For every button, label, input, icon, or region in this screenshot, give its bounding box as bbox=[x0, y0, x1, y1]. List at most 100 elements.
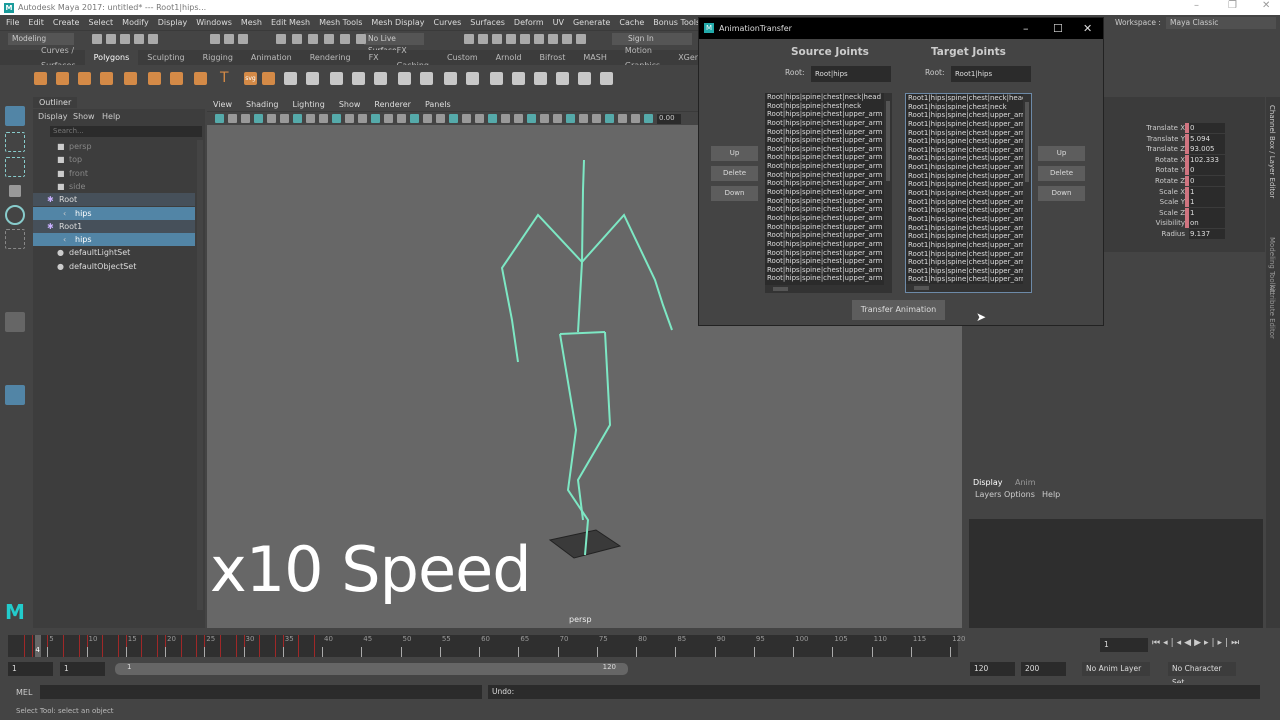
source-joint-item[interactable]: Root|hips|spine|chest|upper_armF bbox=[765, 205, 883, 214]
shelf-tool-icon[interactable] bbox=[420, 72, 433, 85]
target-root-field[interactable]: Root1|hips bbox=[951, 66, 1031, 82]
toolbar-icon[interactable] bbox=[464, 34, 474, 44]
source-list-hscroll[interactable] bbox=[765, 285, 892, 293]
layer-list[interactable] bbox=[969, 519, 1263, 628]
shelf-tab-rendering[interactable]: Rendering bbox=[301, 50, 360, 65]
toolbar-icon[interactable] bbox=[148, 34, 158, 44]
menu-mesh[interactable]: Mesh bbox=[241, 18, 262, 27]
target-joints-list[interactable]: Root1|hips|spine|chest|neck|head Root1|hi… bbox=[905, 93, 1032, 293]
outliner-menu-help[interactable]: Help bbox=[102, 112, 120, 121]
shelf-tab-bifrost[interactable]: Bifrost bbox=[531, 50, 575, 65]
menu-cache[interactable]: Cache bbox=[619, 18, 644, 27]
channel-label[interactable]: Translate Z bbox=[1146, 144, 1185, 154]
layer-menu-layers[interactable]: Layers bbox=[975, 490, 1001, 499]
workspace-dropdown[interactable]: Maya Classic bbox=[1166, 17, 1276, 29]
select-tool-icon[interactable] bbox=[5, 106, 25, 126]
menu-bonus-tools[interactable]: Bonus Tools bbox=[653, 18, 700, 27]
target-joint-item[interactable]: Root1|hips|spine|chest|upper_arm bbox=[906, 129, 1024, 138]
source-joint-item[interactable]: Root|hips|spine|chest|upper_armF bbox=[765, 128, 883, 137]
toolbar-icon[interactable] bbox=[576, 34, 586, 44]
source-joint-item[interactable]: Root|hips|spine|chest|upper_armF bbox=[765, 266, 883, 275]
target-down-button[interactable]: Down bbox=[1038, 186, 1085, 201]
anim-start-field[interactable]: 1 bbox=[60, 662, 105, 676]
layer-menu-help[interactable]: Help bbox=[1042, 490, 1060, 499]
channel-row[interactable]: Scale Z 1 bbox=[1125, 207, 1265, 219]
skeleton-bone[interactable] bbox=[559, 333, 590, 556]
outliner-item[interactable]: ‹ hips bbox=[33, 233, 195, 247]
scale-tool-icon[interactable] bbox=[5, 229, 25, 249]
menu-file[interactable]: File bbox=[6, 18, 19, 27]
channel-row[interactable]: Scale Y 1 bbox=[1125, 197, 1265, 208]
channel-row[interactable]: Radius 9.137 bbox=[1125, 229, 1265, 240]
tab-attribute-editor[interactable]: Attribute Editor bbox=[1268, 285, 1276, 339]
character-set-dropdown[interactable]: No Character Set bbox=[1168, 662, 1236, 687]
source-joints-list[interactable]: Root|hips|spine|chest|neck|head Root|hips… bbox=[765, 93, 892, 293]
channel-value[interactable]: 1 bbox=[1189, 186, 1225, 197]
outliner-item[interactable]: ✱ Root bbox=[33, 193, 195, 207]
toolbar-icon[interactable] bbox=[324, 34, 334, 44]
close-button[interactable]: ✕ bbox=[1262, 0, 1270, 11]
dialog-maximize-button[interactable]: ☐ bbox=[1053, 18, 1063, 39]
shelf-tab-mash[interactable]: MASH bbox=[574, 50, 615, 65]
channel-row[interactable]: Rotate X 102.333 bbox=[1125, 154, 1265, 166]
shelf-tool-icon[interactable] bbox=[100, 72, 113, 85]
channel-label[interactable]: Radius bbox=[1162, 229, 1185, 239]
outliner-item[interactable]: ● defaultObjectSet bbox=[33, 260, 195, 273]
channel-row[interactable]: Translate Y 5.094 bbox=[1125, 133, 1265, 145]
toolbar-icon[interactable] bbox=[492, 34, 502, 44]
channel-value[interactable]: 0 bbox=[1189, 176, 1225, 186]
dialog-minimize-button[interactable]: – bbox=[1023, 18, 1029, 39]
channel-row[interactable]: Rotate Z 0 bbox=[1125, 176, 1265, 187]
tab-anim[interactable]: Anim bbox=[1015, 478, 1036, 487]
target-joint-item[interactable]: Root1|hips|spine|chest|upper_arm bbox=[906, 258, 1024, 267]
menu-deform[interactable]: Deform bbox=[514, 18, 544, 27]
source-joint-item[interactable]: Root|hips|spine|chest|upper_armF bbox=[765, 223, 883, 232]
range-bar[interactable]: 1 120 bbox=[115, 663, 628, 675]
source-joint-item[interactable]: Root|hips|spine|chest|upper_armF bbox=[765, 179, 883, 188]
outliner-item[interactable]: ‹ hips bbox=[33, 206, 195, 220]
channel-value[interactable]: 0 bbox=[1189, 165, 1225, 176]
end-field[interactable]: 120 bbox=[970, 662, 1015, 676]
shelf-tool-icon[interactable] bbox=[600, 72, 613, 85]
channel-value[interactable]: 0 bbox=[1189, 123, 1225, 133]
target-list-hscroll[interactable] bbox=[906, 284, 1031, 292]
target-joint-item[interactable]: Root1|hips|spine|chest|upper_arm bbox=[906, 154, 1024, 163]
dialog-close-button[interactable]: ✕ bbox=[1083, 18, 1092, 39]
target-joint-item[interactable]: Root1|hips|spine|chest|upper_arm bbox=[906, 163, 1024, 172]
anim-layer-dropdown[interactable]: No Anim Layer bbox=[1082, 662, 1150, 676]
playback-controls[interactable]: ⏮◂|◂◀▶▸|▸|⏭ bbox=[1152, 638, 1242, 648]
target-joint-item[interactable]: Root1|hips|spine|chest|upper_arm bbox=[906, 146, 1024, 155]
toolbar-icon[interactable] bbox=[224, 34, 234, 44]
shelf-tab-custom[interactable]: Custom bbox=[438, 50, 487, 65]
move-tool-icon[interactable] bbox=[9, 185, 21, 197]
menu-select[interactable]: Select bbox=[88, 18, 113, 27]
skeleton-bone[interactable] bbox=[500, 213, 583, 363]
outliner-scrollbar[interactable] bbox=[197, 140, 203, 610]
tab-channel-box[interactable]: Channel Box / Layer Editor bbox=[1268, 105, 1276, 198]
shelf-tool-icon[interactable] bbox=[56, 72, 69, 85]
channel-value[interactable]: 93.005 bbox=[1189, 144, 1225, 155]
toolbar-icon[interactable] bbox=[506, 34, 516, 44]
rotate-tool-icon[interactable] bbox=[5, 205, 25, 225]
shelf-tool-icon[interactable] bbox=[534, 72, 547, 85]
restore-button[interactable]: ❐ bbox=[1228, 0, 1237, 11]
source-joint-item[interactable]: Root|hips|spine|chest|upper_armF bbox=[765, 162, 883, 171]
menu-curves[interactable]: Curves bbox=[433, 18, 461, 27]
shelf-tab-rigging[interactable]: Rigging bbox=[194, 50, 242, 65]
channel-label[interactable]: Scale X bbox=[1159, 187, 1185, 197]
toolbar-icon[interactable] bbox=[134, 34, 144, 44]
toolbar-icon[interactable] bbox=[534, 34, 544, 44]
skeleton-bone[interactable] bbox=[577, 159, 585, 333]
outliner-item[interactable]: ■ persp bbox=[33, 140, 195, 153]
skeleton-bone[interactable] bbox=[576, 331, 612, 521]
mel-label[interactable]: MEL bbox=[16, 688, 32, 697]
menu-mesh-tools[interactable]: Mesh Tools bbox=[319, 18, 362, 27]
paint-select-icon[interactable] bbox=[5, 157, 25, 177]
channel-label[interactable]: Scale Y bbox=[1160, 197, 1185, 207]
minimize-button[interactable]: – bbox=[1194, 0, 1199, 11]
target-joint-item[interactable]: Root1|hips|spine|chest|upper_arm bbox=[906, 224, 1024, 233]
lasso-tool-icon[interactable] bbox=[5, 132, 25, 152]
type-shelf-icon[interactable]: T bbox=[220, 71, 233, 85]
shelf-tool-icon[interactable] bbox=[374, 72, 387, 85]
source-joint-item[interactable]: Root|hips|spine|chest|upper_armF bbox=[765, 110, 883, 119]
